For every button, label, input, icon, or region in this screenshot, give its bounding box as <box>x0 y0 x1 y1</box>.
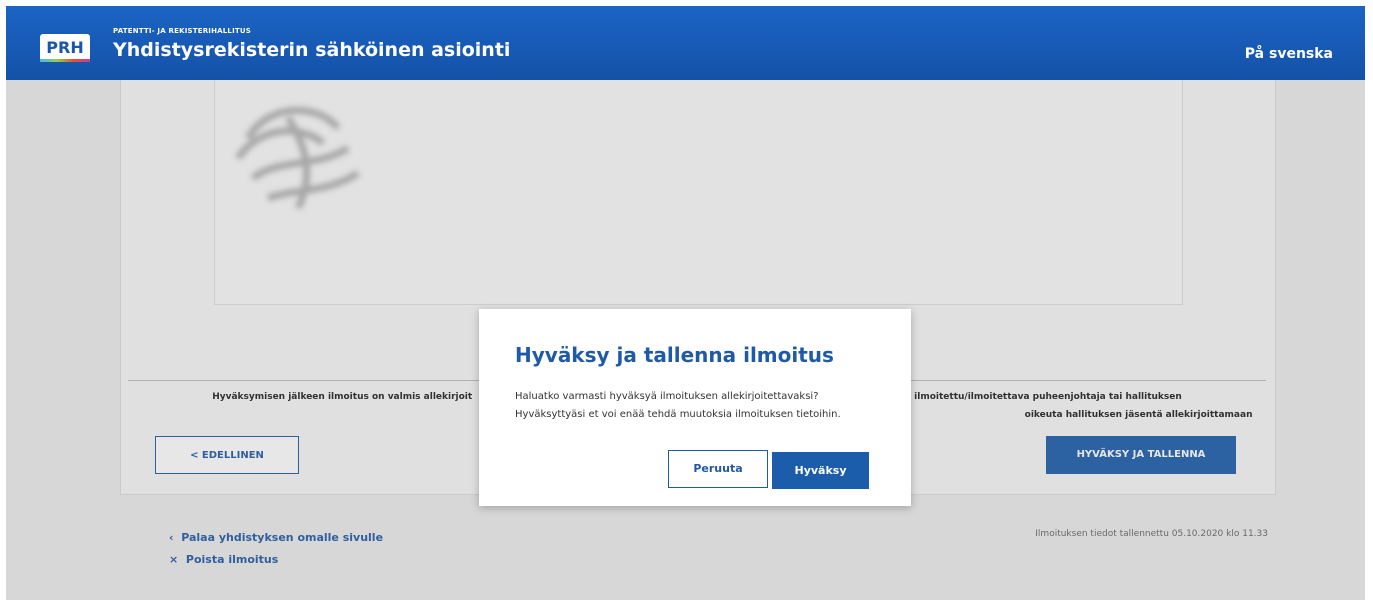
app-title: Yhdistysrekisterin sähköinen asiointi <box>113 39 511 61</box>
dialog-message-line2: Hyväksyttyäsi et voi enää tehdä muutoksi… <box>515 409 841 420</box>
prh-logo[interactable]: PRH <box>40 34 90 62</box>
logo-text: PRH <box>46 38 84 57</box>
dialog-message: Haluatko varmasti hyväksyä ilmoituksen a… <box>515 388 885 424</box>
organization-name: PATENTTI- JA REKISTERIHALLITUS <box>113 27 251 35</box>
cancel-button[interactable]: Peruuta <box>668 450 768 488</box>
dialog-title: Hyväksy ja tallenna ilmoitus <box>515 343 834 367</box>
app-header: PRH PATENTTI- JA REKISTERIHALLITUS Yhdis… <box>6 6 1365 80</box>
logo-color-bar <box>40 59 90 62</box>
language-switch-link[interactable]: På svenska <box>1245 46 1333 62</box>
confirm-button[interactable]: Hyväksy <box>772 452 869 489</box>
dialog-message-line1: Haluatko varmasti hyväksyä ilmoituksen a… <box>515 391 819 402</box>
confirm-dialog: Hyväksy ja tallenna ilmoitus Haluatko va… <box>479 309 911 506</box>
